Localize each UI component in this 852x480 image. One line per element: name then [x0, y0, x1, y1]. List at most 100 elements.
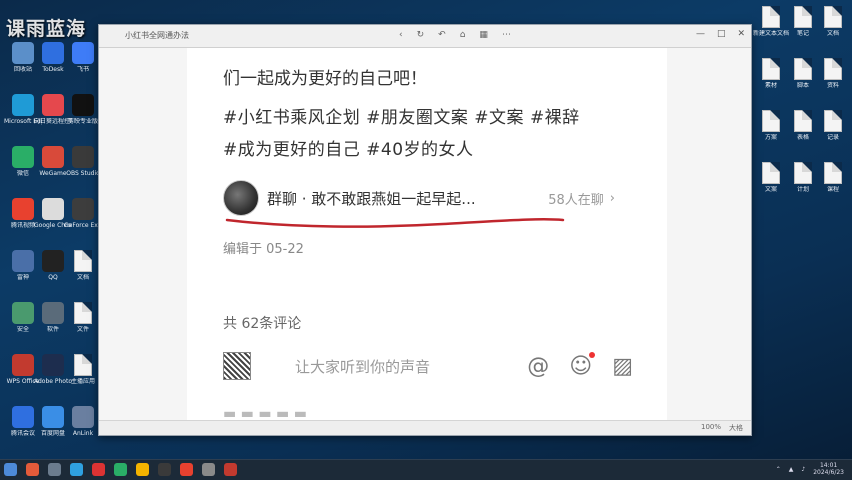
desktop-icon[interactable]: GeForce Experience: [64, 192, 102, 244]
taskbar-app-icon[interactable]: [202, 463, 215, 476]
close-button[interactable]: ✕: [737, 29, 745, 39]
group-avatar: [223, 180, 259, 216]
minimize-button[interactable]: —: [696, 29, 705, 39]
chevron-up-icon[interactable]: ⌃: [776, 466, 781, 473]
rotate-icon[interactable]: ↻: [417, 30, 425, 40]
post-hashtags-line1[interactable]: #小红书乘风企划 #朋友圈文案 #文案 #裸辞: [223, 103, 580, 128]
desktop-icon[interactable]: 课程: [814, 156, 852, 208]
app-icon: [824, 6, 842, 28]
desktop-icon[interactable]: 文件: [64, 296, 102, 348]
comments-count: 共 62条评论: [223, 316, 302, 332]
desktop-icon-label: GeForce Experience: [64, 222, 102, 229]
desktop-icon[interactable]: 记录: [814, 104, 852, 156]
group-chat-count: 58人在聊: [548, 192, 604, 208]
grid-icon[interactable]: ▦: [479, 30, 488, 40]
view-mode[interactable]: 大格: [729, 423, 743, 433]
volume-icon[interactable]: ♪: [801, 466, 805, 473]
image-icon[interactable]: ▨: [612, 354, 633, 379]
app-icon: [12, 94, 34, 116]
post-content: 们一起成为更好的自己吧！ #小红书乘风企划 #朋友圈文案 #文案 #裸辞 #成为…: [187, 48, 667, 421]
desktop-icon[interactable]: AnLink: [64, 400, 102, 452]
desktop-icon-label: 资料: [826, 82, 839, 89]
app-icon: [72, 406, 94, 428]
clock[interactable]: 14:01 2024/6/23: [813, 462, 844, 476]
emoji-icon[interactable]: ☺: [569, 351, 596, 379]
desktop-icon-label: OBS Studio: [66, 170, 100, 177]
more-icon[interactable]: ⋯: [502, 30, 511, 40]
taskbar-app-icon[interactable]: [224, 463, 237, 476]
notification-dot: [589, 351, 596, 358]
desktop-icon[interactable]: 主播应用: [64, 348, 102, 400]
titlebar-tools: ‹ ↻ ↶ ⌂ ▦ ⋯: [399, 30, 511, 40]
taskbar-app-icon[interactable]: [48, 463, 61, 476]
app-icon: [12, 250, 34, 272]
desktop-icons-right-col3: 文档 资料 记录 课程: [814, 0, 852, 208]
taskbar-app-icon[interactable]: [114, 463, 127, 476]
desktop-icon[interactable]: 资料: [814, 52, 852, 104]
app-icon: [794, 58, 812, 80]
red-underline-annotation: [225, 217, 565, 228]
back-icon[interactable]: ‹: [399, 30, 403, 40]
app-icon: [824, 162, 842, 184]
qr-code-icon: [223, 352, 251, 380]
zoom-level[interactable]: 100%: [701, 423, 721, 433]
app-icon: [42, 354, 64, 376]
app-icon: [12, 302, 34, 324]
desktop-icon-label: 课程: [826, 186, 839, 193]
comment-actions: @ ☺ ▨: [527, 351, 633, 379]
window-title: 小红书全网通办法: [125, 31, 189, 40]
maximize-button[interactable]: □: [717, 29, 726, 39]
desktop-icon[interactable]: 剪映专业版: [64, 88, 102, 140]
app-icon: [74, 250, 92, 272]
desktop-icon-label: 飞书: [76, 66, 89, 73]
taskbar-app-icon[interactable]: [26, 463, 39, 476]
clock-date: 2024/6/23: [813, 469, 844, 476]
app-icon: [72, 198, 94, 220]
app-icon: [42, 146, 64, 168]
system-tray: ⌃ ▲ ♪ 14:01 2024/6/23: [776, 462, 844, 476]
app-icon: [794, 162, 812, 184]
app-icon: [72, 146, 94, 168]
undo-icon[interactable]: ↶: [438, 30, 446, 40]
desktop-icon-label: 文档: [826, 30, 839, 37]
network-icon[interactable]: ▲: [789, 466, 794, 473]
group-chat-card[interactable]: 群聊 · 敢不敢跟燕姐一起早起... 58人在聊 ›: [223, 176, 615, 220]
app-icon: [762, 162, 780, 184]
comment-input[interactable]: 让大家听到你的声音: [295, 356, 430, 377]
next-comment-partial: ▬ ▬ ▬ ▬ ▬: [223, 406, 307, 421]
home-icon[interactable]: ⌂: [460, 30, 466, 40]
taskbar-app-icon[interactable]: [180, 463, 193, 476]
app-icon: [762, 6, 780, 28]
start-icon[interactable]: [4, 463, 17, 476]
clock-time: 14:01: [819, 462, 838, 469]
at-mention-icon[interactable]: @: [527, 354, 549, 379]
app-icon: [762, 58, 780, 80]
window-side-panel-right: [667, 48, 751, 421]
edited-date: 编辑于 05-22: [223, 242, 304, 257]
app-icon: [12, 406, 34, 428]
app-icon: [794, 6, 812, 28]
app-icon: [42, 42, 64, 64]
desktop-icon[interactable]: 文档: [64, 244, 102, 296]
desktop-icons-left-col3: 飞书剪映专业版 OBS Studio GeForce Experience 文档文件主…: [64, 36, 102, 452]
desktop-icon-label: AnLink: [72, 430, 94, 437]
desktop-icon-label: 剪映专业版: [67, 118, 98, 125]
post-text-line: 们一起成为更好的自己吧！: [223, 69, 427, 89]
app-icon: [824, 58, 842, 80]
taskbar-app-icon[interactable]: [92, 463, 105, 476]
window-titlebar[interactable]: 小红书全网通办法 ‹ ↻ ↶ ⌂ ▦ ⋯ — □ ✕: [99, 25, 751, 48]
taskbar-app-icon[interactable]: [158, 463, 171, 476]
desktop-icon[interactable]: 文档: [814, 0, 852, 52]
taskbar-app-icon[interactable]: [70, 463, 83, 476]
app-icon: [762, 110, 780, 132]
post-hashtags-line2[interactable]: #成为更好的自己 #40岁的女人: [223, 135, 474, 160]
app-icon: [42, 250, 64, 272]
desktop-icon[interactable]: OBS Studio: [64, 140, 102, 192]
app-icon: [794, 110, 812, 132]
desktop-icon[interactable]: 飞书: [64, 36, 102, 88]
app-icon: [74, 302, 92, 324]
comment-input-bar: 让大家听到你的声音 @ ☺ ▨: [223, 348, 633, 384]
app-icon: [42, 302, 64, 324]
taskbar-app-icon[interactable]: [136, 463, 149, 476]
taskbar: ⌃ ▲ ♪ 14:01 2024/6/23: [0, 459, 852, 480]
